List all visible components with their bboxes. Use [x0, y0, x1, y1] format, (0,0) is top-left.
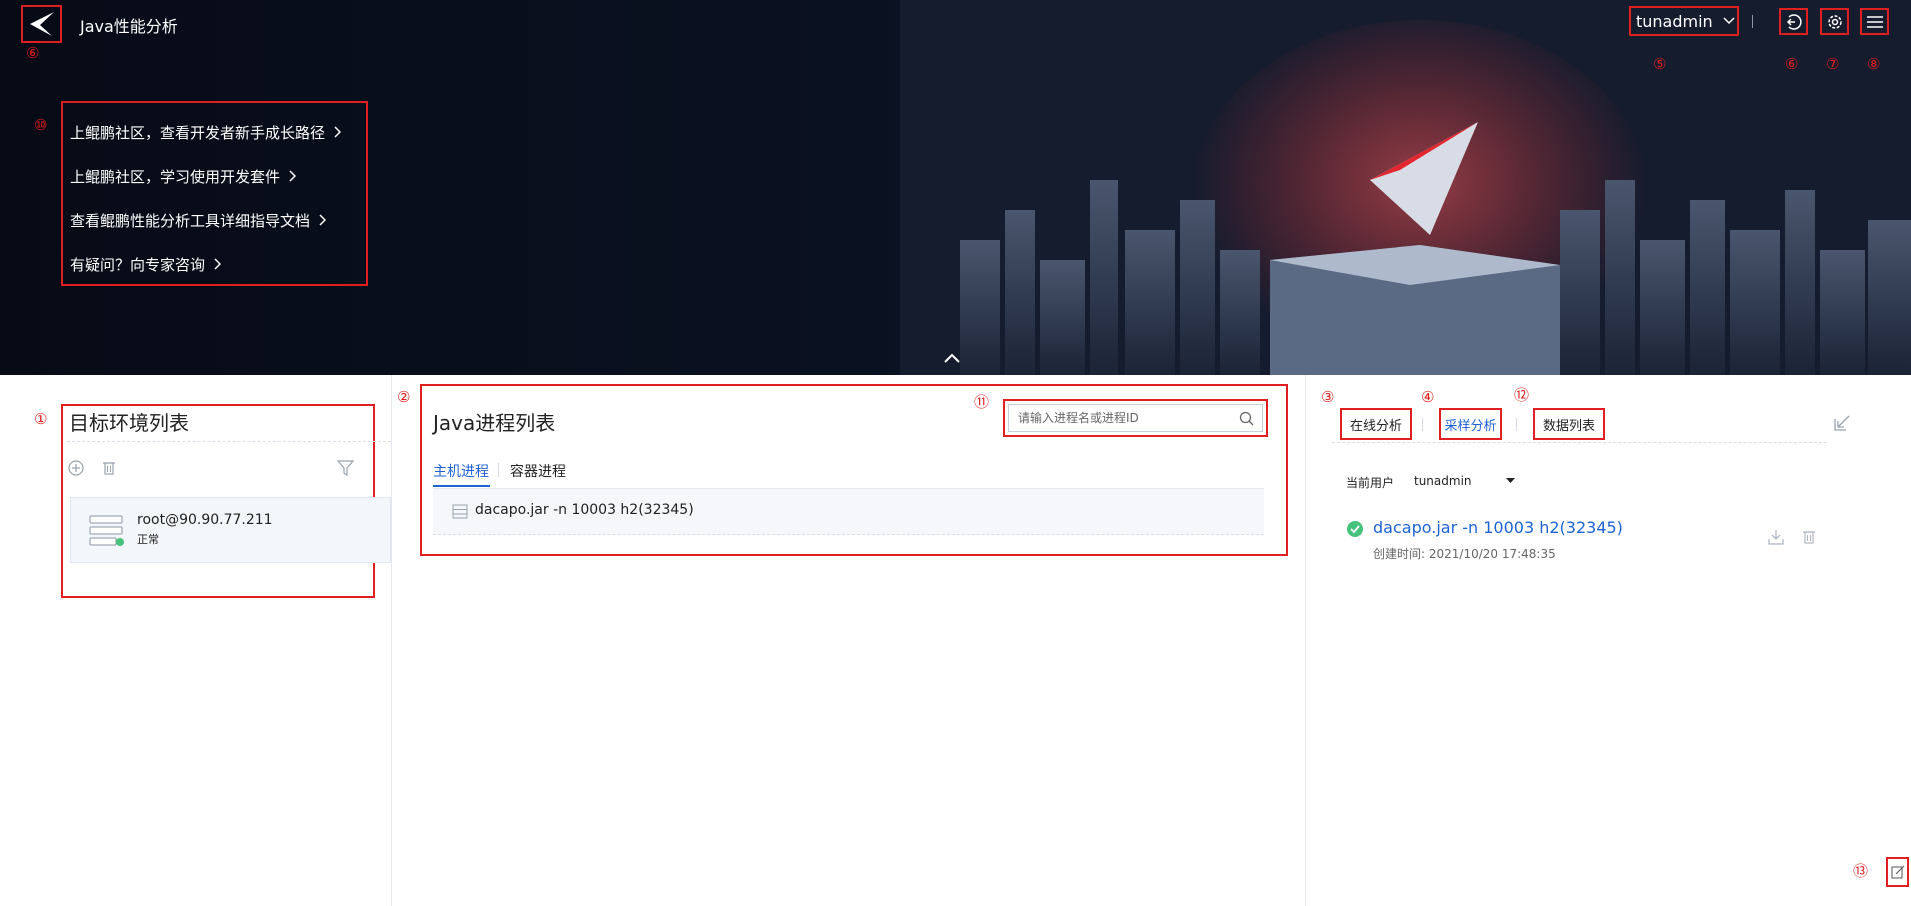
community-link-docs[interactable]: 查看鲲鹏性能分析工具详细指导文档 [70, 198, 366, 242]
process-list-title: Java进程列表 [433, 411, 556, 435]
panel-divider [391, 375, 392, 906]
annotation-marker: ⑤ [1653, 55, 1667, 73]
app-title: Java性能分析 [80, 17, 178, 36]
title-divider [67, 441, 391, 442]
host-name: root@90.90.77.211 [137, 512, 273, 528]
username: tunadmin [1636, 11, 1713, 31]
community-link-growth[interactable]: 上鲲鹏社区，查看开发者新手成长路径 [70, 110, 366, 154]
chevron-down-icon [1723, 17, 1735, 25]
download-icon[interactable] [1768, 529, 1784, 545]
edit-icon [1890, 865, 1904, 879]
chevron-right-icon [214, 258, 222, 270]
process-icon [452, 504, 468, 519]
settings-button[interactable] [1820, 8, 1849, 35]
hero-banner: ⑥ Java性能分析 tunadmin ⑤ ⑥ ⑦ ⑧ ⑩ 上鲲鹏社区，查看开发… [0, 0, 1911, 375]
process-search [1003, 399, 1268, 437]
title-divider [1332, 442, 1827, 443]
chevron-up-icon[interactable] [943, 352, 961, 364]
chevron-right-icon [319, 214, 327, 226]
tab-container-process[interactable]: 容器进程 [510, 461, 566, 481]
annotation-marker: ⑦ [1826, 55, 1840, 73]
logout-icon [1786, 13, 1802, 30]
annotation-marker: ⑪ [974, 393, 990, 411]
target-env-title: 目标环境列表 [69, 411, 189, 435]
current-user-label: 当前用户 [1346, 476, 1395, 490]
current-user-select[interactable]: tunadmin [1414, 472, 1518, 492]
tab-host-process[interactable]: 主机进程 [433, 461, 489, 481]
annotation-marker: ⑫ [1514, 386, 1530, 404]
caret-down-icon [1506, 478, 1515, 483]
process-row[interactable]: dacapo.jar -n 10003 h2(32345) [433, 489, 1264, 535]
gear-icon [1827, 14, 1842, 29]
tab-divider [498, 463, 499, 477]
feedback-button[interactable] [1886, 857, 1909, 887]
sampling-record-time: 创建时间: 2021/10/20 17:48:35 [1373, 547, 1556, 561]
tab-online-analysis[interactable]: 在线分析 [1340, 408, 1412, 440]
logo-icon [29, 12, 54, 36]
annotation-marker: ① [34, 410, 48, 428]
tab-sampling-analysis[interactable]: 采样分析 [1439, 408, 1502, 440]
sampling-record-link[interactable]: dacapo.jar -n 10003 h2(32345) [1373, 518, 1623, 537]
community-link-devkit[interactable]: 上鲲鹏社区，学习使用开发套件 [70, 154, 366, 198]
search-icon[interactable] [1239, 411, 1254, 426]
community-links: 上鲲鹏社区，查看开发者新手成长路径 上鲲鹏社区，学习使用开发套件 查看鲲鹏性能分… [61, 101, 368, 286]
add-icon[interactable] [68, 460, 84, 476]
annotation-marker: ⑬ [1853, 862, 1869, 880]
annotation-marker: ② [397, 388, 411, 406]
tab-divider [1422, 418, 1423, 431]
filter-icon[interactable] [337, 460, 354, 476]
annotation-marker: ⑥ [26, 44, 40, 62]
collapse-panel-icon[interactable] [1834, 414, 1851, 431]
menu-button[interactable] [1860, 8, 1889, 35]
process-name: dacapo.jar -n 10003 h2(32345) [475, 502, 694, 518]
logout-button[interactable] [1779, 8, 1808, 35]
user-dropdown[interactable]: tunadmin [1629, 6, 1739, 36]
delete-icon[interactable] [101, 460, 117, 476]
annotation-marker: ③ [1321, 388, 1335, 406]
current-user-value: tunadmin [1414, 474, 1472, 488]
header-divider [1752, 15, 1753, 28]
community-link-expert[interactable]: 有疑问？向专家咨询 [70, 242, 366, 286]
logo[interactable] [21, 5, 62, 43]
annotation-marker: ④ [1421, 388, 1435, 406]
tab-divider [1516, 418, 1517, 431]
panel-divider [1305, 375, 1306, 906]
annotation-marker: ⑧ [1867, 55, 1881, 73]
host-card[interactable]: root@90.90.77.211 正常 [70, 497, 391, 563]
host-status: 正常 [137, 533, 159, 546]
tab-data-list[interactable]: 数据列表 [1533, 408, 1605, 440]
server-icon [89, 515, 124, 546]
success-icon [1347, 521, 1363, 537]
chevron-right-icon [334, 126, 342, 138]
active-tab-indicator [433, 485, 490, 487]
chevron-right-icon [289, 170, 297, 182]
annotation-marker: ⑩ [34, 116, 48, 134]
annotation-marker: ⑥ [1785, 55, 1799, 73]
delete-icon[interactable] [1801, 529, 1817, 545]
process-search-input[interactable] [1018, 411, 1218, 425]
menu-icon [1866, 15, 1883, 28]
